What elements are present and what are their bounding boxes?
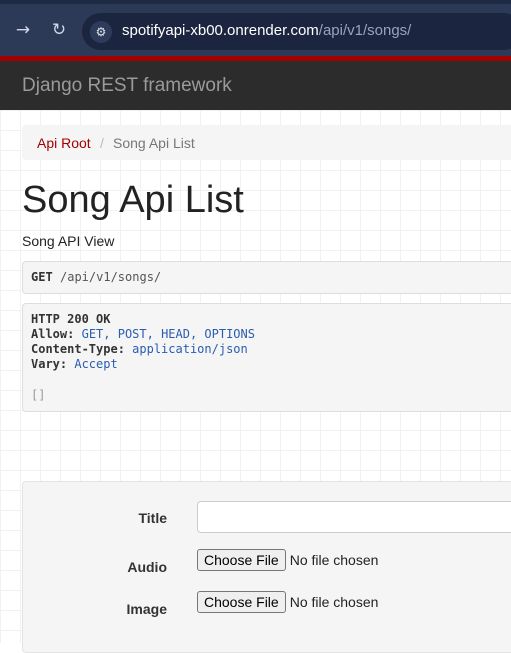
request-method: GET	[31, 270, 53, 284]
page-description: Song API View	[22, 233, 115, 249]
breadcrumb-separator: /	[100, 135, 104, 151]
audio-file-status: No file chosen	[289, 552, 379, 568]
navbar: Django REST framework	[0, 61, 511, 110]
image-choose-file-button[interactable]: Choose File	[197, 591, 286, 613]
main-content: Api Root / Song Api List Song Api List S…	[0, 110, 511, 653]
forward-arrow-icon[interactable]: →	[13, 20, 33, 40]
browser-toolbar: → ↻ ⚙ spotifyapi-xb00.onrender.com/api/v…	[0, 0, 511, 61]
response-header-vary: Vary: Accept	[31, 357, 118, 371]
audio-label: Audio	[127, 559, 167, 575]
reload-icon[interactable]: ↻	[49, 20, 69, 40]
image-file-input[interactable]: Choose File No file chosen	[197, 591, 378, 613]
breadcrumb-api-root[interactable]: Api Root	[37, 135, 91, 151]
response-header-allow: Allow: GET, POST, HEAD, OPTIONS	[31, 327, 255, 341]
title-label: Title	[138, 510, 167, 526]
image-file-status: No file chosen	[289, 594, 379, 610]
post-form: Title Audio Choose File No file chosen Im…	[22, 481, 511, 653]
site-info-icon[interactable]: ⚙	[90, 21, 112, 43]
breadcrumb-current: Song Api List	[113, 135, 195, 151]
response-info: HTTP 200 OK Allow: GET, POST, HEAD, OPTI…	[22, 303, 511, 412]
audio-file-input[interactable]: Choose File No file chosen	[197, 549, 378, 571]
breadcrumb: Api Root / Song Api List	[22, 125, 511, 160]
response-header-content-type: Content-Type: application/json	[31, 342, 248, 356]
url-path: /api/v1/songs/	[318, 22, 412, 39]
request-info: GET /api/v1/songs/	[22, 261, 511, 294]
audio-choose-file-button[interactable]: Choose File	[197, 549, 286, 571]
page-title: Song Api List	[22, 179, 244, 221]
response-body: []	[31, 388, 46, 402]
brand-link[interactable]: Django REST framework	[22, 75, 232, 97]
image-label: Image	[126, 601, 167, 617]
title-input[interactable]	[197, 501, 511, 533]
request-path: /api/v1/songs/	[60, 270, 162, 284]
tab-strip	[0, 0, 511, 4]
address-bar[interactable]: ⚙ spotifyapi-xb00.onrender.com/api/v1/so…	[82, 13, 511, 50]
url-text[interactable]: spotifyapi-xb00.onrender.com/api/v1/song…	[122, 22, 411, 39]
response-status: HTTP 200 OK	[31, 312, 111, 326]
url-host: spotifyapi-xb00.onrender.com	[122, 22, 319, 39]
